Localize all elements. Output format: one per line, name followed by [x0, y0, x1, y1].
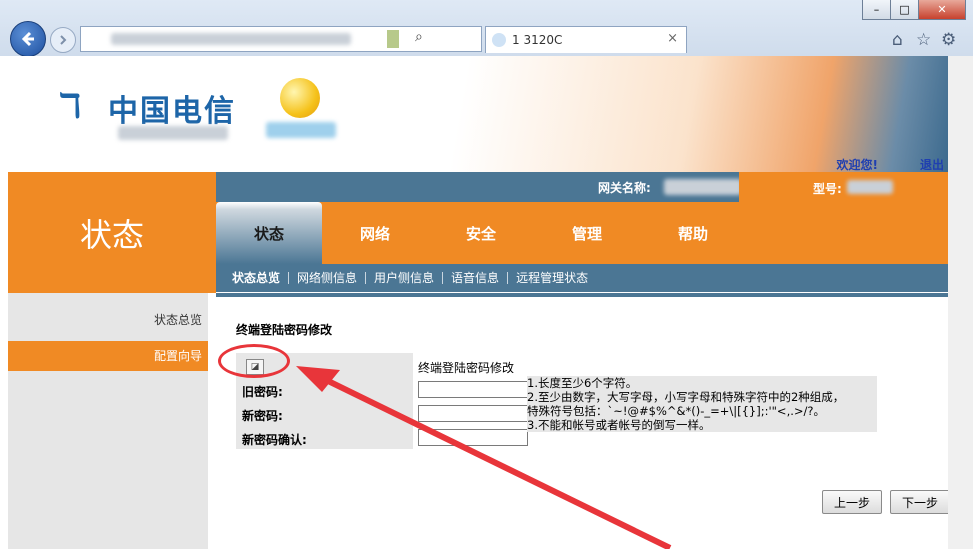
tab-help[interactable]: 帮助	[640, 202, 746, 264]
rule-line: 1.长度至少6个字符。	[527, 376, 638, 390]
back-icon	[21, 31, 34, 47]
telecom-logo-icon: ℸ	[58, 86, 82, 126]
new-password-input[interactable]	[418, 405, 528, 422]
model-box: 型号:	[739, 172, 948, 264]
main-nav: 状态 网络 安全 管理 帮助	[216, 202, 739, 264]
close-tab-icon[interactable]: ×	[667, 31, 678, 46]
forward-icon	[60, 35, 67, 45]
section-title: 状态	[8, 172, 216, 293]
confirm-password-input[interactable]	[418, 429, 528, 446]
rule-line: 3.不能和帐号或者帐号的倒写一样。	[527, 418, 711, 432]
minimize-button[interactable]: –	[862, 0, 891, 20]
browser-tab[interactable]: 1 3120C ×	[485, 26, 687, 53]
back-button[interactable]	[10, 21, 46, 57]
tab-status[interactable]: 状态	[216, 202, 322, 264]
sidebar: 状态总览 配置向导	[8, 293, 208, 549]
page-icon	[387, 30, 399, 48]
star-icon[interactable]: ☆	[916, 30, 931, 50]
model-label: 型号:	[813, 182, 842, 196]
router-page: ℸ 中国电信 欢迎您! 退出 状态 网关名称: 型号: 状态 网络 安全 管理 …	[8, 56, 950, 553]
page-title: 终端登陆密码修改	[236, 323, 333, 337]
forward-button[interactable]	[50, 27, 76, 53]
next-step-button[interactable]: 下一步	[890, 490, 950, 514]
tab-security[interactable]: 安全	[428, 202, 534, 264]
password-rules: 1.长度至少6个字符。 2.至少由数字，大写字母，小写字母和特殊字符中的2种组成…	[527, 376, 877, 432]
tab-favicon-icon	[492, 33, 506, 47]
form-title: 终端登陆密码修改	[418, 361, 515, 375]
subnav-network-info[interactable]: 网络侧信息	[288, 272, 365, 284]
sidebar-item-status-overview[interactable]: 状态总览	[8, 305, 208, 335]
logo-text: 中国电信	[108, 94, 236, 129]
welcome-text: 欢迎您!	[836, 158, 878, 172]
scrollbar[interactable]	[948, 56, 973, 549]
subnav-voice-info[interactable]: 语音信息	[442, 272, 507, 284]
sun-logo-icon	[280, 78, 320, 118]
tab-title: 1 3120C	[512, 33, 563, 47]
maximize-button[interactable]: □	[890, 0, 919, 20]
old-password-label: 旧密码:	[242, 385, 283, 399]
home-icon[interactable]: ⌂	[892, 30, 903, 50]
rule-line: 特殊符号包括：`~!@#$%^&*()-_=+\|[{}];:'"<,.>/?。	[527, 404, 825, 418]
confirm-password-label: 新密码确认:	[242, 433, 307, 447]
sidebar-item-config-wizard[interactable]: 配置向导	[8, 341, 208, 371]
subnav-remote-management[interactable]: 远程管理状态	[507, 272, 596, 284]
browser-chrome: ⌕ 1 3120C × – □ ✕ ⌂ ☆ ⚙	[0, 0, 973, 57]
rule-line: 2.至少由数字，大写字母，小写字母和特殊字符中的2种组成，	[527, 390, 845, 404]
close-window-button[interactable]: ✕	[918, 0, 966, 20]
prev-step-button[interactable]: 上一步	[822, 490, 882, 514]
tab-network[interactable]: 网络	[322, 202, 428, 264]
subnav-user-info[interactable]: 用户侧信息	[365, 272, 442, 284]
logout-link[interactable]: 退出	[920, 156, 944, 173]
address-bar[interactable]: ⌕	[80, 26, 482, 52]
old-password-input[interactable]	[418, 381, 528, 398]
content-panel: 终端登陆密码修改 ◪ 终端登陆密码修改 旧密码: 新密码: 新密码确认: 1.长…	[216, 293, 950, 553]
search-icon[interactable]: ⌕	[415, 29, 423, 45]
subnav-status-overview[interactable]: 状态总览	[216, 272, 288, 284]
page-header: ℸ 中国电信 欢迎您! 退出	[8, 56, 948, 172]
gateway-name-label: 网关名称:	[598, 181, 651, 195]
gear-icon[interactable]: ⚙	[941, 30, 956, 50]
tab-management[interactable]: 管理	[534, 202, 640, 264]
new-password-label: 新密码:	[242, 409, 283, 423]
annotation-circle	[218, 344, 290, 378]
sub-nav: 状态总览 网络侧信息 用户侧信息 语音信息 远程管理状态	[216, 264, 948, 292]
